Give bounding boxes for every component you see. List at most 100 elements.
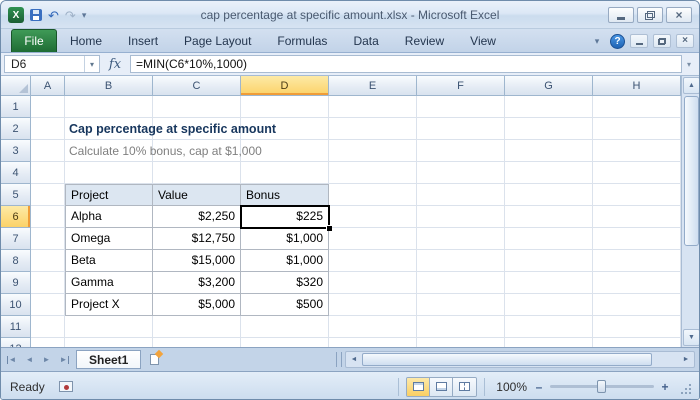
name-box[interactable]: D6 ▾ bbox=[4, 55, 100, 73]
redo-icon[interactable]: ↷ bbox=[65, 9, 76, 22]
tab-data[interactable]: Data bbox=[340, 29, 391, 52]
help-icon[interactable]: ? bbox=[610, 33, 625, 49]
column-header-h[interactable]: H bbox=[593, 76, 681, 96]
name-box-dropdown-icon[interactable]: ▾ bbox=[84, 56, 99, 72]
row-header-6-selected[interactable]: 6 bbox=[1, 206, 31, 228]
column-header-g[interactable]: G bbox=[505, 76, 593, 96]
horizontal-scroll-thumb[interactable] bbox=[362, 353, 652, 366]
last-sheet-icon[interactable]: ► bbox=[55, 351, 72, 369]
table-header-project[interactable]: Project bbox=[65, 184, 153, 206]
tab-review[interactable]: Review bbox=[392, 29, 457, 52]
row-header-2[interactable]: 2 bbox=[1, 118, 31, 140]
row-header-8[interactable]: 8 bbox=[1, 250, 31, 272]
zoom-slider-thumb[interactable] bbox=[597, 380, 606, 393]
minimize-ribbon-icon[interactable]: ▾ bbox=[589, 33, 605, 49]
row-header-4[interactable]: 4 bbox=[1, 162, 31, 184]
tab-formulas[interactable]: Formulas bbox=[264, 29, 340, 52]
cell-b6[interactable]: Alpha bbox=[65, 206, 153, 228]
insert-function-button[interactable]: fx bbox=[100, 55, 130, 73]
cell-c6[interactable]: $2,250 bbox=[153, 206, 241, 228]
close-button[interactable]: × bbox=[666, 7, 692, 23]
select-all-corner[interactable] bbox=[1, 76, 31, 96]
scroll-up-icon[interactable]: ▲ bbox=[683, 77, 699, 94]
vertical-scroll-thumb[interactable] bbox=[684, 96, 699, 246]
page-layout-view-button[interactable] bbox=[430, 377, 454, 396]
row-header-10[interactable]: 10 bbox=[1, 294, 31, 316]
sheet-tab-sheet1[interactable]: Sheet1 bbox=[76, 350, 142, 369]
tab-view[interactable]: View bbox=[457, 29, 509, 52]
cell-c10[interactable]: $5,000 bbox=[153, 294, 241, 316]
restore-button[interactable] bbox=[637, 7, 663, 23]
tab-insert[interactable]: Insert bbox=[115, 29, 171, 52]
next-sheet-icon[interactable]: ► bbox=[38, 351, 55, 369]
first-sheet-icon[interactable]: ◄ bbox=[4, 351, 21, 369]
scroll-left-icon[interactable]: ◄ bbox=[346, 352, 362, 367]
row-header-11[interactable]: 11 bbox=[1, 316, 31, 338]
cell-b8[interactable]: Beta bbox=[65, 250, 153, 272]
table-header-bonus[interactable]: Bonus bbox=[241, 184, 329, 206]
cell-d10[interactable]: $500 bbox=[241, 294, 329, 316]
normal-view-icon bbox=[412, 382, 424, 391]
tab-split-handle[interactable] bbox=[336, 352, 342, 367]
scroll-down-icon[interactable]: ▼ bbox=[683, 329, 699, 346]
row-header-7[interactable]: 7 bbox=[1, 228, 31, 250]
cell-c7[interactable]: $12,750 bbox=[153, 228, 241, 250]
insert-worksheet-button[interactable] bbox=[141, 350, 167, 369]
row-header-9[interactable]: 9 bbox=[1, 272, 31, 294]
workbook-minimize-button[interactable] bbox=[630, 34, 648, 48]
row-header-5[interactable]: 5 bbox=[1, 184, 31, 206]
tab-page-layout[interactable]: Page Layout bbox=[171, 29, 264, 52]
cell-d8[interactable]: $1,000 bbox=[241, 250, 329, 272]
worksheet-title-cell[interactable]: Cap percentage at specific amount bbox=[69, 118, 276, 140]
scroll-right-icon[interactable]: ► bbox=[678, 352, 694, 367]
close-icon: × bbox=[682, 35, 688, 46]
macro-record-icon[interactable] bbox=[58, 381, 73, 392]
vertical-scrollbar[interactable]: ▲ ▼ bbox=[681, 76, 699, 347]
zoom-level-label[interactable]: 100% bbox=[496, 380, 527, 394]
row-header-1[interactable]: 1 bbox=[1, 96, 31, 118]
cell-d7[interactable]: $1,000 bbox=[241, 228, 329, 250]
cell-b9[interactable]: Gamma bbox=[65, 272, 153, 294]
cell-c8[interactable]: $15,000 bbox=[153, 250, 241, 272]
horizontal-scrollbar[interactable]: ◄ ► bbox=[345, 351, 695, 368]
zoom-in-icon[interactable]: + bbox=[657, 379, 673, 395]
column-header-d-selected[interactable]: D bbox=[241, 76, 329, 96]
save-icon[interactable] bbox=[30, 9, 42, 21]
cell-c9[interactable]: $3,200 bbox=[153, 272, 241, 294]
normal-view-button[interactable] bbox=[407, 377, 431, 396]
minimize-button[interactable] bbox=[608, 7, 634, 23]
undo-icon[interactable]: ↶ bbox=[48, 9, 59, 22]
expand-formula-bar-icon[interactable]: ▾ bbox=[682, 60, 696, 69]
selection-outline bbox=[240, 205, 330, 229]
excel-app-icon: X bbox=[8, 7, 24, 23]
cells-area[interactable]: Cap percentage at specific amount Calcul… bbox=[31, 96, 681, 347]
column-header-f[interactable]: F bbox=[417, 76, 505, 96]
previous-sheet-icon[interactable]: ◄ bbox=[21, 351, 38, 369]
row-header-12[interactable]: 12 bbox=[1, 338, 31, 347]
table-header-value[interactable]: Value bbox=[153, 184, 241, 206]
formula-input[interactable]: =MIN(C6*10%,1000) bbox=[130, 55, 682, 73]
zoom-slider[interactable] bbox=[550, 379, 654, 394]
tab-home[interactable]: Home bbox=[57, 29, 115, 52]
cell-b10[interactable]: Project X bbox=[65, 294, 153, 316]
row-headers: 1 2 3 4 5 6 7 8 9 10 11 12 bbox=[1, 96, 31, 347]
ribbon-tab-bar: File Home Insert Page Layout Formulas Da… bbox=[1, 29, 699, 53]
column-header-a[interactable]: A bbox=[31, 76, 65, 96]
workbook-close-button[interactable]: × bbox=[676, 34, 694, 48]
column-header-c[interactable]: C bbox=[153, 76, 241, 96]
qat-menu-caret-icon[interactable]: ▾ bbox=[82, 10, 87, 20]
restore-icon bbox=[645, 10, 655, 20]
zoom-out-icon[interactable]: – bbox=[531, 379, 547, 395]
column-header-b[interactable]: B bbox=[65, 76, 153, 96]
name-box-value[interactable]: D6 bbox=[5, 56, 84, 72]
fill-handle[interactable] bbox=[327, 226, 332, 231]
workbook-restore-button[interactable] bbox=[653, 34, 671, 48]
row-header-3[interactable]: 3 bbox=[1, 140, 31, 162]
page-break-view-button[interactable] bbox=[453, 377, 477, 396]
cell-b7[interactable]: Omega bbox=[65, 228, 153, 250]
column-header-e[interactable]: E bbox=[329, 76, 417, 96]
resize-grip[interactable] bbox=[679, 382, 695, 398]
tab-file[interactable]: File bbox=[11, 29, 57, 52]
cell-d9[interactable]: $320 bbox=[241, 272, 329, 294]
worksheet-subtitle-cell[interactable]: Calculate 10% bonus, cap at $1,000 bbox=[69, 140, 262, 162]
